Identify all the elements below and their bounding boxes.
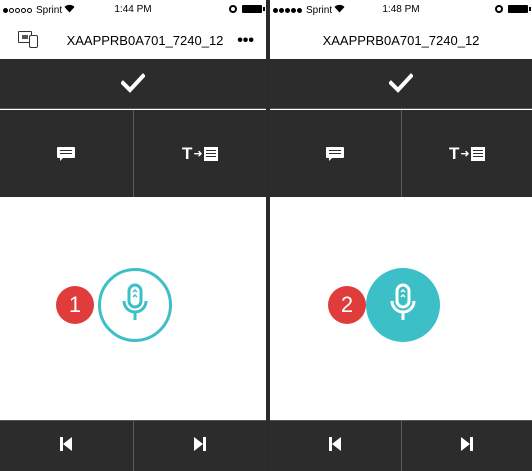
alarm-icon [495, 5, 503, 13]
status-bar: Sprint 1:44 PM [0, 0, 266, 22]
text-to-document-button[interactable]: T ➜ [132, 110, 267, 197]
next-button[interactable] [132, 421, 267, 471]
comment-button[interactable] [0, 110, 133, 197]
microphone-button[interactable] [366, 268, 440, 342]
confirm-button[interactable] [270, 59, 532, 109]
tool-row: T ➜ [0, 110, 266, 197]
step-badge: 1 [56, 286, 94, 324]
checkmark-icon [388, 70, 414, 98]
recording-area: 1 [0, 197, 266, 420]
tool-row: T ➜ [270, 110, 532, 197]
text-to-document-icon: T ➜ [449, 144, 485, 164]
recording-area: 2 [270, 197, 532, 420]
page-title: XAAPPRB0A701_7240_12 [322, 33, 480, 48]
step-badge: 2 [328, 286, 366, 324]
microphone-button[interactable] [98, 268, 172, 342]
skip-previous-icon [59, 436, 73, 457]
page-title: XAAPPRB0A701_7240_12 [66, 33, 224, 48]
comment-icon [326, 146, 345, 161]
phone-screen-1: Sprint 1:44 PM XAAPPRB0A701_7240_12 ••• [0, 0, 266, 471]
previous-button[interactable] [0, 421, 133, 471]
text-to-document-button[interactable]: T ➜ [400, 110, 532, 197]
comment-icon [57, 146, 76, 161]
previous-button[interactable] [270, 421, 401, 471]
checkmark-icon [120, 70, 146, 98]
text-to-document-icon: T ➜ [182, 144, 218, 164]
comment-button[interactable] [270, 110, 401, 197]
status-time: 1:44 PM [114, 4, 152, 15]
playback-controls [0, 420, 266, 471]
skip-next-icon [193, 436, 207, 457]
confirm-button[interactable] [0, 59, 266, 109]
battery-icon [242, 5, 265, 13]
nav-bar: XAAPPRB0A701_7240_12 [270, 22, 532, 58]
microphone-icon [120, 283, 150, 328]
microphone-icon [388, 283, 418, 328]
next-button[interactable] [400, 421, 532, 471]
alarm-icon [229, 5, 237, 13]
status-bar: Sprint 1:48 PM [270, 0, 532, 22]
more-options-button[interactable]: ••• [237, 32, 254, 50]
phone-screen-2: Sprint 1:48 PM XAAPPRB0A701_7240_12 T➜ [270, 0, 532, 471]
skip-previous-icon [328, 436, 342, 457]
nav-bar: XAAPPRB0A701_7240_12 ••• [0, 22, 266, 58]
skip-next-icon [460, 436, 474, 457]
playback-controls [270, 420, 532, 471]
battery-icon [508, 5, 531, 13]
status-time: 1:48 PM [382, 4, 420, 15]
